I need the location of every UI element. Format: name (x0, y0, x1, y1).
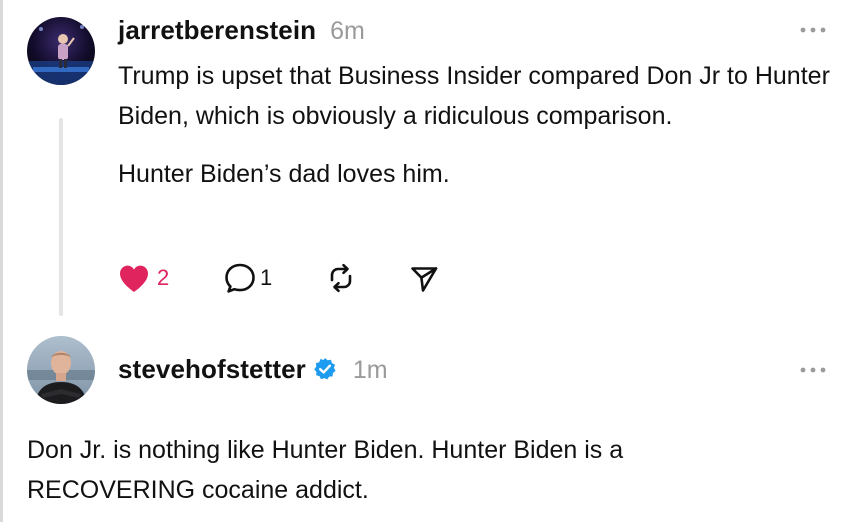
post: jarretberenstein 6m Trump is upset that … (0, 0, 843, 320)
timestamp[interactable]: 6m (330, 17, 365, 46)
heart-icon (118, 264, 150, 293)
avatar[interactable] (27, 17, 95, 85)
username[interactable]: jarretberenstein (118, 15, 316, 46)
repost-icon (325, 262, 357, 294)
thread-line (59, 118, 63, 316)
more-icon[interactable] (796, 20, 830, 40)
post-body: Trump is upset that Business Insider com… (118, 56, 833, 194)
more-icon[interactable] (796, 360, 830, 380)
comment-icon (223, 262, 257, 294)
verified-badge-icon (313, 357, 337, 381)
reply-button[interactable]: 1 (223, 262, 325, 294)
avatar[interactable] (27, 336, 95, 404)
like-button[interactable]: 2 (118, 264, 223, 293)
username[interactable]: stevehofstetter (118, 354, 306, 385)
reply-count: 1 (260, 265, 273, 290)
share-button[interactable] (409, 263, 449, 293)
post-actions: 2 1 (118, 258, 449, 298)
send-icon (409, 263, 439, 293)
like-count: 2 (157, 265, 170, 290)
post-header: jarretberenstein 6m (118, 15, 365, 46)
post-header: stevehofstetter 1m (118, 354, 388, 385)
post-paragraph: Hunter Biden’s dad loves him. (118, 160, 450, 188)
repost-button[interactable] (325, 262, 409, 294)
post-paragraph: Don Jr. is nothing like Hunter Biden. Hu… (27, 436, 624, 504)
post-paragraph: Trump is upset that Business Insider com… (118, 62, 830, 130)
timestamp[interactable]: 1m (353, 356, 388, 385)
post-body: Don Jr. is nothing like Hunter Biden. Hu… (27, 430, 787, 510)
